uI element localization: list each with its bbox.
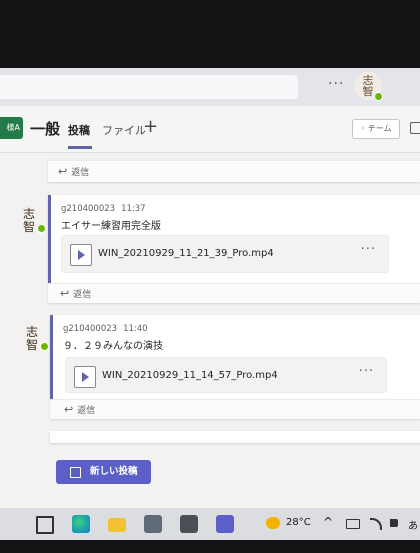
tab-files[interactable]: ファイル [102,122,146,138]
show-hidden-icons-button[interactable]: ^ [323,515,333,529]
message-card[interactable]: g210400023 11:40 ９．２９みんなの演技 WIN_20210929_… [50,315,420,399]
author-name: g210400023 [63,324,118,334]
title-bar: ··· 志 智 [0,68,420,106]
presence-available-icon [374,92,383,101]
reply-button[interactable]: ↩ 返信 [48,283,420,303]
app-icon[interactable] [180,515,198,533]
new-post-label: 新しい投稿 [90,466,138,477]
tab-posts[interactable]: 投稿 [68,122,90,138]
camera-icon[interactable] [144,515,162,533]
author-avatar[interactable]: 志 智 [19,325,49,353]
avatar-char-2: 智 [22,220,35,234]
edge-browser-icon[interactable] [72,515,90,533]
avatar-char-2: 智 [25,338,38,352]
screen-bezel [0,540,420,553]
file-name: WIN_20210929_11_21_39_Pro.mp4 [98,248,274,259]
channel-header: 様A 一般 投稿 ファイル + ◦ チーム [0,106,420,153]
windows-taskbar: 28°C ^ あ [0,508,420,540]
active-tab-indicator [68,146,92,149]
team-button[interactable]: ◦ チーム [352,119,400,139]
author-name: g210400023 [61,204,116,214]
ime-indicator[interactable]: あ [408,517,418,532]
team-avatar-tile[interactable]: 様A [0,117,23,139]
add-tab-button[interactable]: + [143,116,158,137]
reply-label: 返信 [77,406,96,416]
presence-available-icon [40,342,49,351]
battery-icon[interactable] [346,519,360,529]
more-options-button[interactable]: ··· [328,76,344,92]
file-explorer-icon[interactable] [108,518,126,532]
message-card-partial [50,431,420,443]
video-file-icon [70,244,92,266]
new-post-button[interactable]: 新しい投稿 [56,460,151,484]
reply-button[interactable]: ↩ 返信 [50,399,420,419]
task-view-icon[interactable] [36,516,54,534]
presence-available-icon [37,224,46,233]
wifi-icon[interactable] [370,518,382,530]
message-meta: g210400023 11:37 [61,204,146,214]
timestamp: 11:37 [121,204,146,214]
reply-arrow-icon: ↩ [58,165,68,178]
compose-icon [70,467,81,478]
attachment-more-button[interactable]: ··· [361,242,376,257]
author-avatar[interactable]: 志 智 [16,207,46,235]
message-text: ９．２９みんなの演技 [63,341,163,352]
teams-icon[interactable] [216,515,234,533]
channel-name: 一般 [30,120,61,138]
message-text: エイサー練習用完全版 [61,221,161,232]
profile-avatar[interactable]: 志 智 [354,72,383,101]
message-card[interactable]: g210400023 11:37 エイサー練習用完全版 WIN_20210929_… [48,195,420,283]
file-attachment[interactable]: WIN_20210929_11_14_57_Pro.mp4 ··· [65,357,387,393]
reply-label: 返信 [71,168,90,178]
reply-arrow-icon: ↩ [64,403,74,416]
avatar-char-2: 智 [362,85,374,98]
video-file-icon [74,366,96,388]
temperature[interactable]: 28°C [286,517,311,528]
meet-icon[interactable] [410,122,420,134]
volume-icon[interactable] [390,519,398,527]
reply-button[interactable]: ↩ 返信 [48,160,420,182]
weather-icon[interactable] [266,517,280,529]
conversation-feed[interactable]: ↩ 返信 志 智 g210400023 11:37 エイサー練習用完全版 WIN_2… [0,153,420,508]
attachment-more-button[interactable]: ··· [359,364,374,379]
file-name: WIN_20210929_11_14_57_Pro.mp4 [102,370,278,381]
reply-label: 返信 [73,290,92,300]
reply-arrow-icon: ↩ [60,287,70,300]
search-input[interactable] [0,75,298,99]
timestamp: 11:40 [123,324,148,334]
file-attachment[interactable]: WIN_20210929_11_21_39_Pro.mp4 ··· [61,235,389,273]
message-meta: g210400023 11:40 [63,324,148,334]
